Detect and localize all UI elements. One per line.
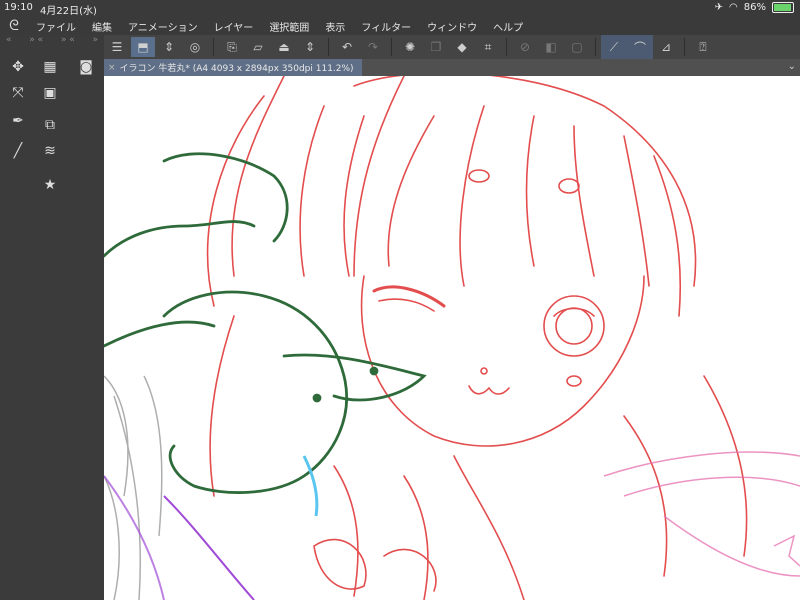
- battery-percent: 86%: [743, 2, 766, 13]
- document-tab-bar: × イラコン 牛若丸* (A4 4093 x 2894px 350dpi 111…: [104, 59, 800, 76]
- camera-icon[interactable]: ◎: [183, 37, 207, 57]
- snap-icon[interactable]: ⌒: [628, 37, 652, 57]
- undo-icon[interactable]: ↶: [335, 37, 359, 57]
- navigator-icon[interactable]: ▣: [40, 83, 60, 103]
- menu-view[interactable]: 表示: [317, 19, 353, 34]
- move-tool-icon[interactable]: ✥: [8, 57, 28, 77]
- save-icon[interactable]: ⏏: [272, 37, 296, 57]
- expand-icon-2[interactable]: » «: [61, 35, 75, 49]
- drawing-canvas[interactable]: [104, 76, 800, 600]
- menu-edit[interactable]: 編集: [84, 19, 120, 34]
- layer-property-icon[interactable]: ◙: [76, 57, 96, 77]
- copy-icon[interactable]: ❐: [424, 37, 448, 57]
- menu-layer[interactable]: レイヤー: [206, 19, 262, 34]
- grid-palette-icon[interactable]: ▦: [40, 57, 60, 77]
- ruler-icon[interactable]: ⟋: [602, 37, 626, 57]
- material-icon[interactable]: ★: [40, 175, 60, 195]
- chevron-down-icon[interactable]: ⌄: [788, 61, 796, 72]
- sketch-artwork: [104, 76, 800, 600]
- menu-icon[interactable]: ☰: [105, 37, 129, 57]
- layers-icon[interactable]: ≋: [40, 141, 60, 161]
- open-folder-icon[interactable]: ▱: [246, 37, 270, 57]
- close-tab-icon[interactable]: ×: [108, 63, 116, 73]
- stepper-icon-2[interactable]: ⇕: [298, 37, 322, 57]
- battery-icon: [772, 2, 794, 13]
- status-date: 4月22日(水): [40, 6, 97, 17]
- fill-icon[interactable]: ◆: [450, 37, 474, 57]
- menu-selection[interactable]: 選択範囲: [261, 19, 317, 34]
- selection-invert-icon[interactable]: ◧: [539, 37, 563, 57]
- new-file-icon[interactable]: ⎘: [220, 37, 244, 57]
- tool-panel: « » « » « » ✥ ▦ ◙ ⤧ ▣ ✒ ⧉ ╱ ≋ ★: [0, 35, 104, 600]
- menu-file[interactable]: ファイル: [28, 19, 84, 34]
- menu-animation[interactable]: アニメーション: [120, 19, 206, 34]
- expand-icon[interactable]: » «: [29, 35, 43, 49]
- spinner-icon[interactable]: ✺: [398, 37, 422, 57]
- airplane-icon: ✈: [714, 2, 724, 13]
- wifi-icon: ◠: [729, 2, 738, 13]
- selection-clear-icon[interactable]: ⊘: [513, 37, 537, 57]
- redo-icon[interactable]: ↷: [361, 37, 385, 57]
- menu-window[interactable]: ウィンドウ: [419, 19, 485, 34]
- selection-border-icon[interactable]: ▢: [565, 37, 589, 57]
- panel-collapse-nav: « » « » « »: [0, 35, 104, 49]
- status-time: 19:10: [4, 2, 33, 13]
- ruler-group: ⟋ ⌒: [601, 35, 653, 59]
- command-bar: ☰ ⬒ ⇕ ◎ ⎘ ▱ ⏏ ⇕ ↶ ↷ ✺ ❐ ◆ ⌗ ⊘ ◧ ▢ ⟋ ⌒ ⊿ …: [104, 35, 800, 59]
- crop-icon[interactable]: ⌗: [476, 37, 500, 57]
- stepper-icon[interactable]: ⇕: [157, 37, 181, 57]
- document-tab[interactable]: × イラコン 牛若丸* (A4 4093 x 2894px 350dpi 111…: [104, 59, 362, 76]
- status-right: ✈ ◠ 86%: [715, 2, 794, 13]
- menu-filter[interactable]: フィルター: [353, 19, 419, 34]
- help-icon[interactable]: ⍰: [691, 37, 715, 57]
- app-logo-icon[interactable]: ᘓ: [0, 18, 28, 34]
- pen-tool-icon[interactable]: ✒: [8, 111, 28, 131]
- document-tab-title: イラコン 牛若丸* (A4 4093 x 2894px 350dpi 111.2…: [119, 64, 354, 74]
- layer-search-icon[interactable]: ⧉: [40, 115, 60, 135]
- new-layer-icon[interactable]: ⬒: [131, 37, 155, 57]
- brush-tool-icon[interactable]: ╱: [8, 141, 28, 161]
- expand-icon-3[interactable]: »: [92, 35, 98, 49]
- ruler-snap-icon[interactable]: ⊿: [654, 37, 678, 57]
- status-bar: 19:10 4月22日(水) ✈ ◠ 86%: [0, 0, 800, 17]
- menu-help[interactable]: ヘルプ: [485, 19, 531, 34]
- menu-bar: ᘓ ファイル 編集 アニメーション レイヤー 選択範囲 表示 フィルター ウィン…: [0, 17, 800, 35]
- transform-tool-icon[interactable]: ⤧: [8, 83, 28, 103]
- collapse-left-icon[interactable]: «: [6, 35, 12, 49]
